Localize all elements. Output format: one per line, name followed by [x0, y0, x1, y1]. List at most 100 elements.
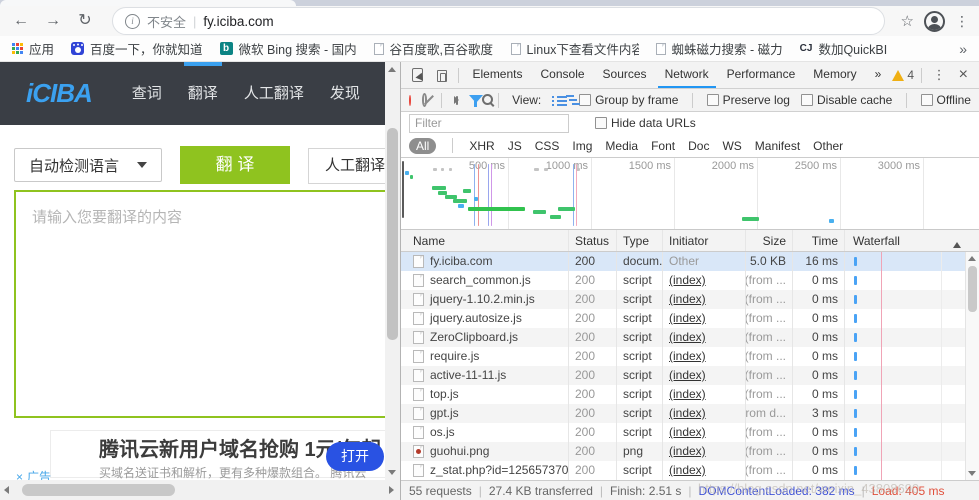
column-header-time[interactable]: Time: [793, 230, 845, 251]
nav-item-discover[interactable]: 发现: [330, 62, 360, 125]
scroll-up-icon[interactable]: [968, 256, 976, 261]
type-filter[interactable]: Img: [572, 139, 592, 153]
request-initiator-link[interactable]: (index): [669, 290, 706, 309]
checkbox-icon[interactable]: [706, 94, 719, 106]
language-select[interactable]: 自动检测语言: [14, 148, 162, 182]
tab-console[interactable]: Console: [534, 62, 592, 88]
forward-icon[interactable]: →: [42, 10, 64, 32]
request-initiator-link[interactable]: (index): [669, 309, 706, 328]
network-request-row[interactable]: os.js 200 script (index) (from ... 0 ms: [401, 423, 979, 442]
view-list-icon[interactable]: [552, 95, 571, 106]
checkbox-icon[interactable]: [800, 94, 813, 106]
type-filter[interactable]: Media: [605, 139, 638, 153]
bookmark-quickbi[interactable]: CJ 数加QuickBI: [800, 39, 888, 58]
ad-tag[interactable]: × 广告: [16, 468, 51, 481]
clear-icon[interactable]: [421, 93, 428, 107]
scroll-down-icon[interactable]: [388, 470, 396, 475]
translate-button[interactable]: 翻 译: [180, 146, 290, 184]
column-header-size[interactable]: Size: [746, 230, 793, 251]
timeline-overview[interactable]: 500 ms 1000 ms 1500 ms 2000 ms 2500 ms 3…: [401, 157, 979, 230]
type-filter[interactable]: Manifest: [755, 139, 800, 153]
network-request-row[interactable]: guohui.png 200 png (index) (from ... 0 m…: [401, 442, 979, 461]
devtools-table-scrollbar[interactable]: [965, 252, 979, 480]
disable-cache-checkbox[interactable]: Disable cache: [800, 93, 892, 107]
browser-menu-icon[interactable]: ⋮: [955, 13, 969, 30]
horizontal-scroll-thumb[interactable]: [22, 484, 175, 496]
screenshot-icon[interactable]: [455, 95, 458, 105]
scroll-left-icon[interactable]: [4, 486, 9, 494]
network-request-row[interactable]: active-11-11.js 200 script (index) (from…: [401, 366, 979, 385]
type-filter[interactable]: XHR: [469, 139, 494, 153]
iciba-logo[interactable]: iCIBA: [26, 78, 93, 109]
network-request-row[interactable]: z_stat.php?id=1256573702&w... 200 script…: [401, 461, 979, 480]
column-header-initiator[interactable]: Initiator: [663, 230, 746, 251]
column-header-type[interactable]: Type: [617, 230, 663, 251]
checkbox-icon[interactable]: [579, 94, 592, 106]
profile-avatar-icon[interactable]: [924, 10, 945, 32]
address-bar[interactable]: i 不安全 | fy.iciba.com: [112, 7, 885, 35]
request-initiator-link[interactable]: (index): [669, 423, 706, 442]
network-request-row[interactable]: require.js 200 script (index) (from ... …: [401, 347, 979, 366]
network-request-row[interactable]: search_common.js 200 script (index) (fro…: [401, 271, 979, 290]
request-initiator-link[interactable]: Other: [669, 252, 699, 271]
ad-close-icon[interactable]: ×: [16, 470, 23, 481]
type-filter[interactable]: Doc: [688, 139, 709, 153]
bookmark-bing[interactable]: b 微软 Bing 搜索 - 国内: [219, 39, 357, 58]
sort-ascending-icon[interactable]: [953, 238, 961, 248]
devtools-menu-icon[interactable]: ⋮: [929, 67, 950, 83]
type-filter[interactable]: WS: [722, 139, 741, 153]
bookmark-star-icon[interactable]: ☆: [901, 12, 914, 30]
offline-checkbox[interactable]: Offline: [920, 93, 971, 107]
scroll-down-icon[interactable]: [968, 471, 976, 476]
nav-item-translate[interactable]: 翻译: [183, 62, 222, 125]
ad-banner[interactable]: 腾讯云新用户域名抢购 1元/年起 买域名送证书和解析，更有多种爆款组合。 腾讯云…: [50, 430, 395, 480]
table-scroll-thumb[interactable]: [968, 266, 977, 312]
type-filter[interactable]: JS: [508, 139, 522, 153]
search-icon[interactable]: [481, 93, 494, 107]
request-initiator-link[interactable]: (index): [669, 385, 706, 404]
request-initiator-link[interactable]: (index): [669, 461, 706, 480]
device-toolbar-icon[interactable]: [436, 69, 447, 82]
tab-memory[interactable]: Memory: [806, 62, 863, 88]
tab-elements[interactable]: Elements: [465, 62, 529, 88]
tab-network[interactable]: Network: [657, 62, 716, 88]
network-request-row[interactable]: top.js 200 script (index) (from ... 0 ms: [401, 385, 979, 404]
info-icon[interactable]: i: [125, 13, 140, 29]
group-by-frame-checkbox[interactable]: Group by frame: [579, 93, 678, 107]
reload-icon[interactable]: ↻: [74, 10, 96, 32]
column-header-status[interactable]: Status: [569, 230, 617, 251]
nav-item-human-translate[interactable]: 人工翻译: [244, 62, 304, 125]
inspect-element-icon[interactable]: [412, 68, 423, 82]
request-initiator-link[interactable]: (index): [669, 366, 706, 385]
scroll-right-icon[interactable]: [389, 486, 394, 494]
bookmark-gubaiduge[interactable]: 谷百度歌,百谷歌度,ba: [373, 39, 494, 58]
request-initiator-link[interactable]: (index): [669, 442, 706, 461]
preserve-log-checkbox[interactable]: Preserve log: [706, 93, 790, 107]
filter-icon[interactable]: [468, 94, 485, 107]
bookmark-linux[interactable]: Linux下查看文件内容: [510, 39, 639, 58]
network-request-row[interactable]: fy.iciba.com 200 docum... Other 5.0 KB 1…: [401, 252, 979, 271]
tab-sources[interactable]: Sources: [596, 62, 654, 88]
page-horizontal-scrollbar[interactable]: [0, 480, 400, 500]
page-vertical-scrollbar[interactable]: [385, 62, 400, 480]
translate-input[interactable]: [14, 190, 395, 418]
request-initiator-link[interactable]: (index): [669, 404, 706, 423]
request-initiator-link[interactable]: (index): [669, 271, 706, 290]
nav-item-dictionary[interactable]: 查词: [132, 62, 162, 125]
hide-data-urls-checkbox[interactable]: Hide data URLs: [595, 116, 696, 130]
type-filter[interactable]: Font: [651, 139, 675, 153]
request-initiator-link[interactable]: (index): [669, 328, 706, 347]
column-header-name[interactable]: Name: [401, 230, 569, 251]
devtools-close-icon[interactable]: ×: [954, 66, 973, 84]
ad-open-button[interactable]: 打开: [326, 442, 384, 471]
back-icon[interactable]: ←: [10, 10, 32, 32]
scroll-up-icon[interactable]: [388, 67, 396, 72]
bookmark-spider-magnet[interactable]: 蜘蛛磁力搜索 - 磁力: [655, 39, 783, 58]
more-tabs-icon[interactable]: »: [868, 62, 889, 88]
view-waterfall-icon[interactable]: [565, 94, 576, 106]
network-request-row[interactable]: jquery-1.10.2.min.js 200 script (index) …: [401, 290, 979, 309]
bookmark-apps[interactable]: 应用: [12, 39, 54, 58]
record-icon[interactable]: [409, 94, 411, 106]
network-request-row[interactable]: jquery.autosize.js 200 script (index) (f…: [401, 309, 979, 328]
checkbox-icon[interactable]: [595, 117, 607, 129]
